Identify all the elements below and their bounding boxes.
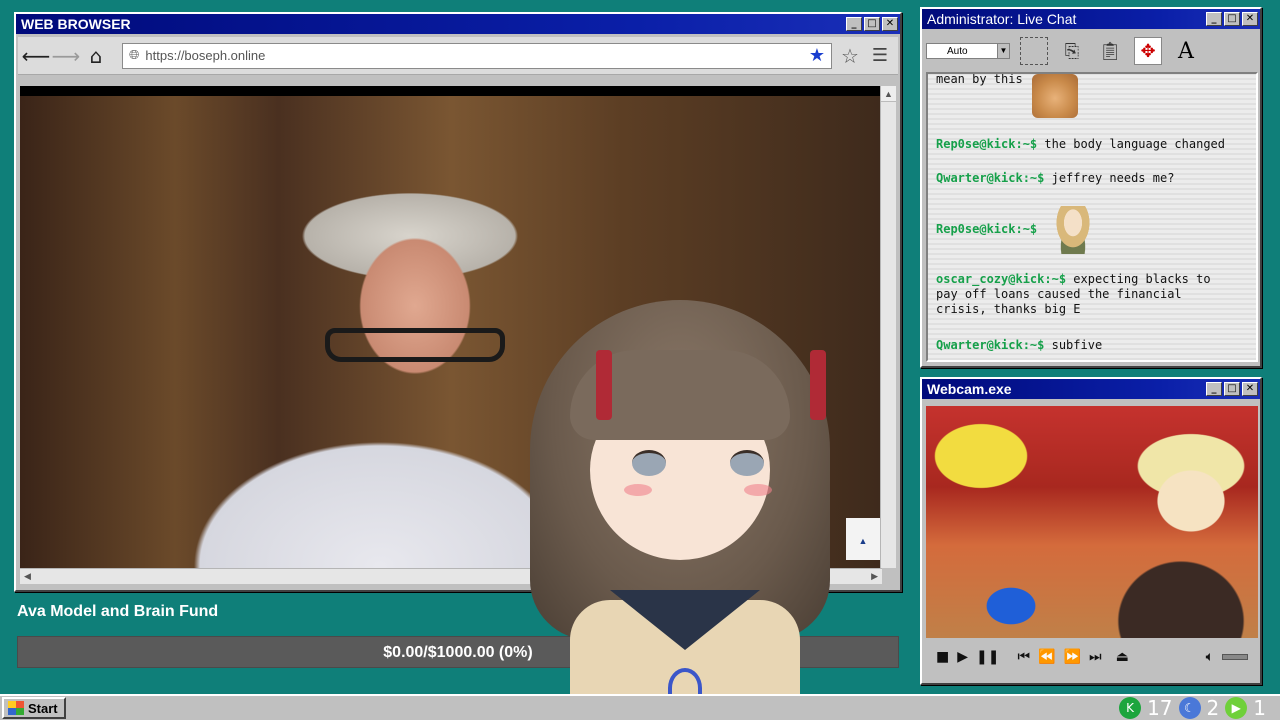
home-icon[interactable]: ⌂ xyxy=(84,44,108,68)
fast-forward-icon[interactable]: ⏩ xyxy=(1064,649,1081,665)
start-button[interactable]: Start xyxy=(2,697,66,719)
fund-title: Ava Model and Brain Fund xyxy=(17,603,219,620)
play-circle-icon[interactable]: ▶ xyxy=(1225,697,1248,719)
hamburger-menu-icon[interactable]: ☰ xyxy=(868,44,892,68)
scroll-left-arrow-icon[interactable]: ◀ xyxy=(24,571,31,582)
volume-slider[interactable] xyxy=(1222,654,1248,660)
taskbar: Start K 17 ☾ 2 ▶ 1 xyxy=(0,694,1280,720)
glasses-shape xyxy=(325,328,505,362)
rewind-icon[interactable]: ⏪ xyxy=(1038,649,1055,665)
kick-count: 17 xyxy=(1147,696,1173,720)
video-viewport[interactable]: ▲ xyxy=(20,86,882,568)
forward-arrow-icon[interactable]: ⟶ xyxy=(52,44,81,68)
play-count: 1 xyxy=(1253,696,1266,720)
url-text: https://boseph.online xyxy=(145,48,266,63)
chat-username[interactable]: Qwarter@kick:~$ xyxy=(936,171,1044,185)
video-frame[interactable]: ▲ xyxy=(20,96,882,568)
kick-icon[interactable]: K xyxy=(1119,697,1142,719)
chat-username[interactable]: Rep0se@kick:~$ xyxy=(936,137,1037,151)
minimize-button[interactable]: _ xyxy=(846,17,862,31)
fund-progress-text: $0.00/$1000.00 (0%) xyxy=(383,644,533,661)
chat-username[interactable]: oscar_cozy@kick:~$ xyxy=(936,272,1066,286)
webcam-view xyxy=(926,406,1258,638)
moon-count: 2 xyxy=(1206,696,1220,720)
maximize-button[interactable]: □ xyxy=(1224,12,1240,26)
webcam-titlebar[interactable]: Webcam.exe _ □ ✕ xyxy=(922,379,1260,399)
minimize-button[interactable]: _ xyxy=(1206,382,1222,396)
font-size-value: Auto xyxy=(947,45,968,57)
live-chat-window: Administrator: Live Chat _ □ ✕ Auto ▼ ⎘ … xyxy=(920,7,1262,368)
chat-titlebar[interactable]: Administrator: Live Chat _ □ ✕ xyxy=(922,9,1260,29)
globe-icon: 🌐︎ xyxy=(129,48,140,63)
anime-girl-emote-icon xyxy=(1052,206,1094,254)
vertical-scrollbar[interactable]: ▲ xyxy=(880,86,896,568)
back-arrow-icon[interactable]: ⟵ xyxy=(22,44,51,68)
stop-icon[interactable]: ■ xyxy=(936,649,949,665)
scroll-right-arrow-icon[interactable]: ▶ xyxy=(871,571,878,582)
fund-progress-bar: $0.00/$1000.00 (0%) xyxy=(17,636,899,668)
text-icon[interactable]: A xyxy=(1172,37,1200,65)
chat-message: Qwarter@kick:~$ subfive xyxy=(936,338,1236,353)
webcam-title: Webcam.exe xyxy=(927,381,1012,397)
skip-previous-icon[interactable]: ⏮ xyxy=(1017,649,1030,665)
chat-toolbar: Auto ▼ ⎘ 📋︎ ✥ A xyxy=(922,31,1260,71)
chat-title: Administrator: Live Chat xyxy=(927,11,1077,27)
chat-message: Qwarter@kick:~$ jeffrey needs me? xyxy=(936,171,1236,186)
chat-username[interactable]: Rep0se@kick:~$ xyxy=(936,222,1037,236)
play-icon[interactable]: ▶ xyxy=(957,649,968,665)
chevron-down-icon[interactable]: ▼ xyxy=(997,44,1009,58)
windows-logo-icon xyxy=(8,701,24,715)
moon-icon[interactable]: ☾ xyxy=(1178,697,1201,719)
desktop-icon[interactable] xyxy=(4,2,44,12)
browser-title: WEB BROWSER xyxy=(21,16,131,32)
pause-icon[interactable]: ❚❚ xyxy=(976,649,999,665)
minimize-button[interactable]: _ xyxy=(1206,12,1222,26)
start-label: Start xyxy=(28,700,58,716)
close-button[interactable]: ✕ xyxy=(1242,382,1258,396)
chat-message: Rep0se@kick:~$ the body language changed xyxy=(936,137,1236,152)
move-icon[interactable]: ✥ xyxy=(1134,37,1162,65)
bookmark-star-filled-icon[interactable]: ★ xyxy=(809,45,825,66)
chat-message-text: subfive xyxy=(1051,338,1103,352)
font-size-select[interactable]: Auto ▼ xyxy=(926,43,1010,59)
bookmark-star-outline-icon[interactable]: ☆ xyxy=(838,44,862,68)
channel-logo: ▲ xyxy=(846,518,880,560)
chat-message: mean by this xyxy=(936,72,1236,87)
horizontal-scrollbar[interactable]: ◀ ▶ xyxy=(20,568,882,584)
paste-icon[interactable]: 📋︎ xyxy=(1096,37,1124,65)
chat-log[interactable]: mean by this Rep0se@kick:~$ the body lan… xyxy=(926,72,1258,362)
chat-message-text: the body language changed xyxy=(1044,137,1226,151)
system-tray: K 17 ☾ 2 ▶ 1 xyxy=(1119,696,1278,720)
chat-username[interactable]: Qwarter@kick:~$ xyxy=(936,338,1044,352)
close-button[interactable]: ✕ xyxy=(882,17,898,31)
address-bar[interactable]: 🌐︎ https://boseph.online ★ xyxy=(122,42,832,69)
eject-icon[interactable]: ⏏ xyxy=(1116,649,1129,665)
copy-icon[interactable]: ⎘ xyxy=(1058,37,1086,65)
skip-next-icon[interactable]: ⏭ xyxy=(1089,649,1102,665)
browser-window: WEB BROWSER _ □ ✕ ⟵ ⟶ ⌂ 🌐︎ https://bosep… xyxy=(14,12,902,592)
browser-titlebar[interactable]: WEB BROWSER _ □ ✕ xyxy=(16,14,900,34)
chat-message: oscar_cozy@kick:~$ expecting blacks to p… xyxy=(936,272,1236,317)
cat-emote-icon xyxy=(1032,74,1078,118)
chat-message-text: mean by this xyxy=(936,72,1023,86)
volume-icon[interactable]: 🔈︎ xyxy=(1206,649,1214,665)
scroll-up-arrow-icon[interactable]: ▲ xyxy=(881,86,896,102)
close-button[interactable]: ✕ xyxy=(1242,12,1258,26)
browser-navbar: ⟵ ⟶ ⌂ 🌐︎ https://boseph.online ★ ☆ ☰ xyxy=(18,37,898,75)
maximize-button[interactable]: □ xyxy=(864,17,880,31)
maximize-button[interactable]: □ xyxy=(1224,382,1240,396)
select-region-icon[interactable] xyxy=(1020,37,1048,65)
chat-message-text: jeffrey needs me? xyxy=(1051,171,1175,185)
webcam-window: Webcam.exe _ □ ✕ ■ ▶ ❚❚ ⏮ ⏪ ⏩ ⏭ ⏏ 🔈︎ xyxy=(920,377,1262,685)
media-controls: ■ ▶ ❚❚ ⏮ ⏪ ⏩ ⏭ ⏏ 🔈︎ xyxy=(926,644,1258,670)
